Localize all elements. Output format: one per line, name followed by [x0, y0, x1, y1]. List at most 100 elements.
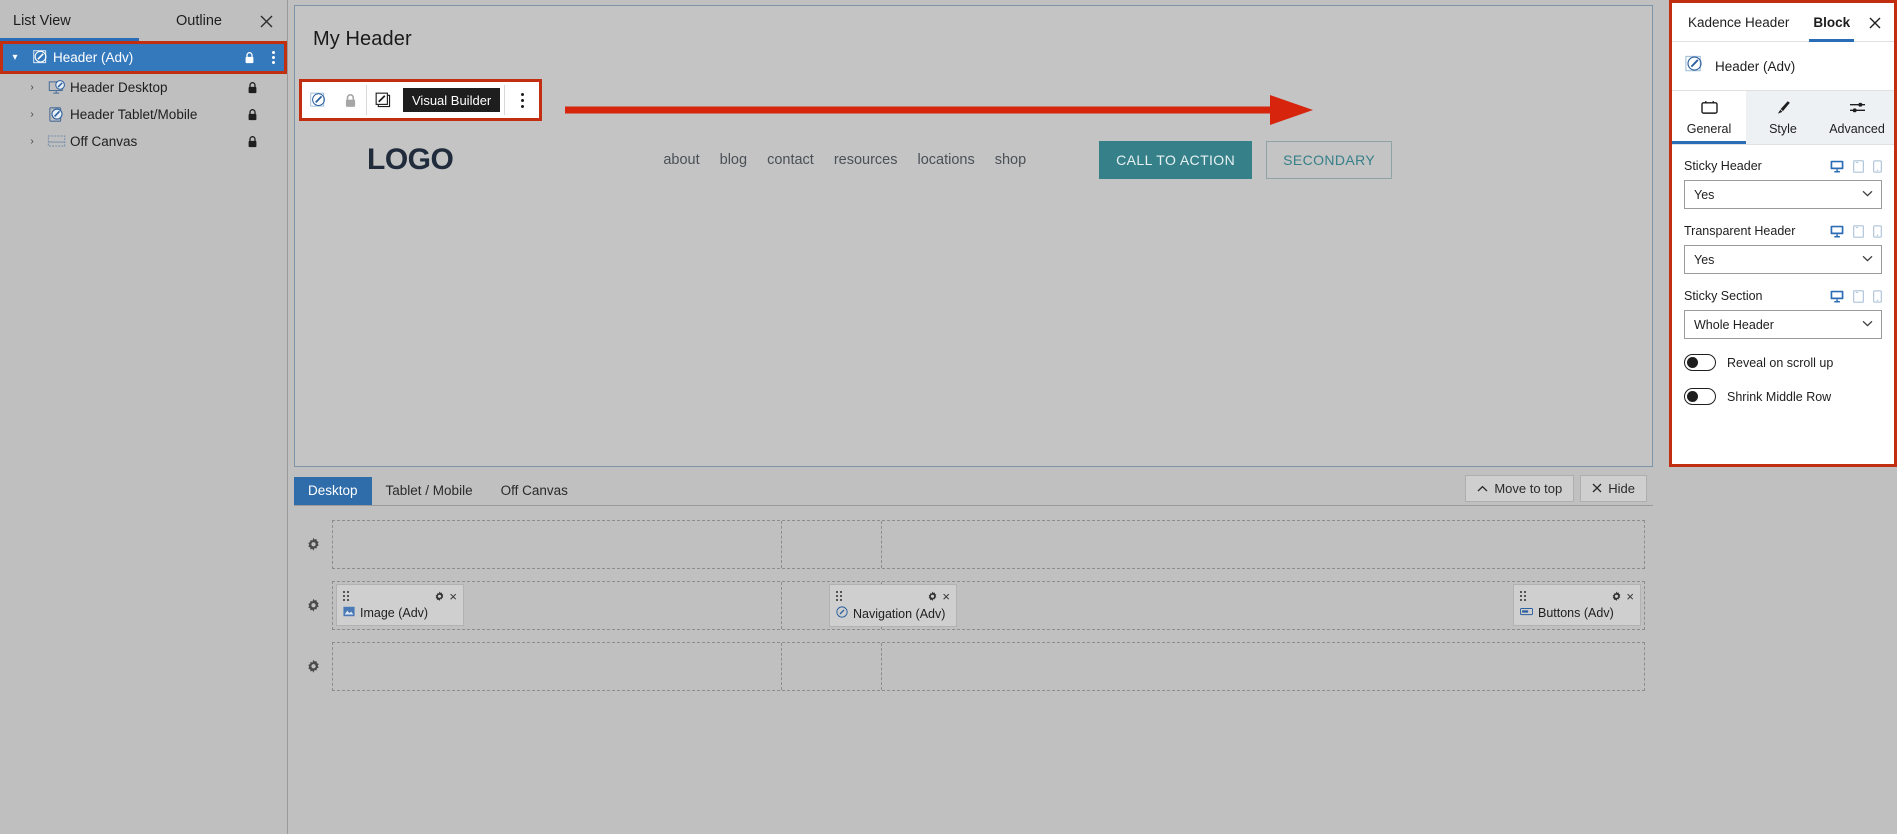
select-block-icon[interactable] — [367, 82, 399, 118]
builder-item-buttons-adv[interactable]: × Buttons (Adv) — [1513, 584, 1641, 626]
transparent-header-value: Yes — [1694, 252, 1715, 267]
toggle-switch[interactable] — [1684, 354, 1716, 371]
row-column[interactable] — [782, 521, 882, 568]
mobile-icon[interactable] — [1873, 224, 1882, 238]
tab-off-canvas-label: Off Canvas — [500, 483, 568, 498]
sticky-section-select[interactable]: Whole Header — [1684, 310, 1882, 339]
move-to-top-button[interactable]: Move to top — [1465, 475, 1575, 502]
header-adv-edit-icon[interactable] — [302, 82, 334, 118]
row-column[interactable]: × Navigation (Adv) — [782, 582, 957, 629]
chevron-up-icon — [1477, 481, 1488, 496]
toggle-shrink-middle-row[interactable]: Shrink Middle Row — [1684, 388, 1882, 405]
tablet-icon[interactable] — [1853, 289, 1864, 303]
nav-link-shop[interactable]: shop — [995, 152, 1026, 168]
tab-outline[interactable]: Outline — [139, 0, 259, 41]
sliders-icon — [1849, 100, 1866, 118]
close-icon[interactable]: × — [1626, 590, 1634, 603]
field-header: Transparent Header — [1684, 224, 1882, 238]
tablet-block-icon — [44, 106, 70, 123]
buttons-icon — [1519, 606, 1534, 620]
chevron-right-icon[interactable]: › — [20, 136, 44, 147]
tab-general[interactable]: General — [1672, 91, 1746, 144]
call-to-action-button[interactable]: CALL TO ACTION — [1099, 141, 1253, 179]
visual-builder-tooltip: Visual Builder — [403, 88, 501, 112]
secondary-button[interactable]: SECONDARY — [1266, 141, 1393, 179]
desktop-icon[interactable] — [1830, 225, 1844, 238]
tab-block[interactable]: Block — [1801, 3, 1862, 42]
list-item-header-adv[interactable]: ▾ Header (Adv) — [3, 44, 284, 71]
toggle-reveal-on-scroll-up[interactable]: Reveal on scroll up — [1684, 354, 1882, 371]
row-settings-gear-icon[interactable] — [294, 659, 332, 674]
close-icon[interactable] — [1865, 13, 1885, 33]
nav-link-contact[interactable]: contact — [767, 152, 814, 168]
row-column[interactable] — [782, 643, 882, 690]
tab-advanced-label: Advanced — [1829, 122, 1885, 136]
list-item-header-tablet-mobile[interactable]: › Header Tablet/Mobile — [0, 101, 287, 128]
gear-icon[interactable] — [434, 591, 445, 602]
row-column[interactable]: × Image (Adv) — [333, 582, 782, 629]
sticky-header-select[interactable]: Yes — [1684, 180, 1882, 209]
nav-link-resources[interactable]: resources — [834, 152, 898, 168]
row-columns — [332, 642, 1645, 691]
field-label: Sticky Section — [1684, 289, 1763, 303]
general-icon — [1700, 100, 1718, 118]
tab-style[interactable]: Style — [1746, 91, 1820, 144]
tab-advanced[interactable]: Advanced — [1820, 91, 1894, 144]
inspector-block-header: Header (Adv) — [1672, 42, 1894, 91]
navigation-icon — [836, 606, 848, 621]
tab-desktop[interactable]: Desktop — [294, 477, 372, 505]
field-label: Transparent Header — [1684, 224, 1796, 238]
chevron-right-icon[interactable]: › — [20, 82, 44, 93]
off-canvas-icon — [44, 134, 70, 149]
chevron-down-icon — [1862, 319, 1873, 330]
drag-handle-icon[interactable] — [836, 591, 842, 601]
row-column[interactable]: × Buttons (Adv) — [882, 582, 1644, 629]
row-column[interactable] — [882, 643, 1644, 690]
desktop-icon[interactable] — [1830, 160, 1844, 173]
row-settings-gear-icon[interactable] — [294, 537, 332, 552]
mobile-icon[interactable] — [1873, 159, 1882, 173]
block-toolbar: Visual Builder — [302, 82, 540, 118]
list-item-off-canvas[interactable]: › Off Canvas — [0, 128, 287, 155]
tab-list-view-label: List View — [13, 12, 71, 29]
row-column[interactable] — [882, 521, 1644, 568]
mobile-icon[interactable] — [1873, 289, 1882, 303]
image-icon — [343, 606, 355, 620]
hide-button[interactable]: Hide — [1580, 475, 1647, 502]
row-column[interactable] — [333, 521, 782, 568]
tab-tablet-mobile[interactable]: Tablet / Mobile — [372, 477, 487, 505]
tab-kadence-header[interactable]: Kadence Header — [1676, 3, 1801, 42]
nav-link-blog[interactable]: blog — [720, 152, 747, 168]
kebab-menu-icon[interactable] — [505, 82, 539, 118]
inspector-subtabs: General Style Advanced — [1672, 91, 1894, 145]
list-item-label: Off Canvas — [70, 134, 138, 149]
drag-handle-icon[interactable] — [343, 591, 349, 601]
row-settings-gear-icon[interactable] — [294, 598, 332, 613]
desktop-icon[interactable] — [1830, 290, 1844, 303]
builder-item-image-adv[interactable]: × Image (Adv) — [336, 584, 464, 626]
close-icon[interactable]: × — [449, 590, 457, 603]
chevron-right-icon[interactable]: › — [20, 109, 44, 120]
list-item-options-icon[interactable] — [262, 51, 284, 64]
device-toggle-group — [1830, 289, 1882, 303]
close-icon[interactable] — [255, 10, 277, 32]
transparent-header-select[interactable]: Yes — [1684, 245, 1882, 274]
chevron-down-icon[interactable]: ▾ — [3, 52, 27, 63]
tablet-icon[interactable] — [1853, 159, 1864, 173]
tab-block-label: Block — [1813, 14, 1851, 30]
row-column[interactable] — [333, 643, 782, 690]
nav-link-locations[interactable]: locations — [917, 152, 974, 168]
gear-icon[interactable] — [1611, 591, 1622, 602]
tab-list-view[interactable]: List View — [0, 0, 139, 41]
tab-off-canvas[interactable]: Off Canvas — [487, 477, 582, 505]
drag-handle-icon[interactable] — [1520, 591, 1526, 601]
hide-label: Hide — [1608, 481, 1635, 496]
tablet-icon[interactable] — [1853, 224, 1864, 238]
red-arrow-pointing-right — [565, 92, 1325, 133]
list-item-header-desktop[interactable]: › Header Desktop — [0, 74, 287, 101]
logo: LOGO — [367, 143, 454, 176]
toggle-switch[interactable] — [1684, 388, 1716, 405]
nav-link-about[interactable]: about — [663, 152, 699, 168]
device-toggle-group — [1830, 224, 1882, 238]
lock-icon — [239, 81, 265, 94]
